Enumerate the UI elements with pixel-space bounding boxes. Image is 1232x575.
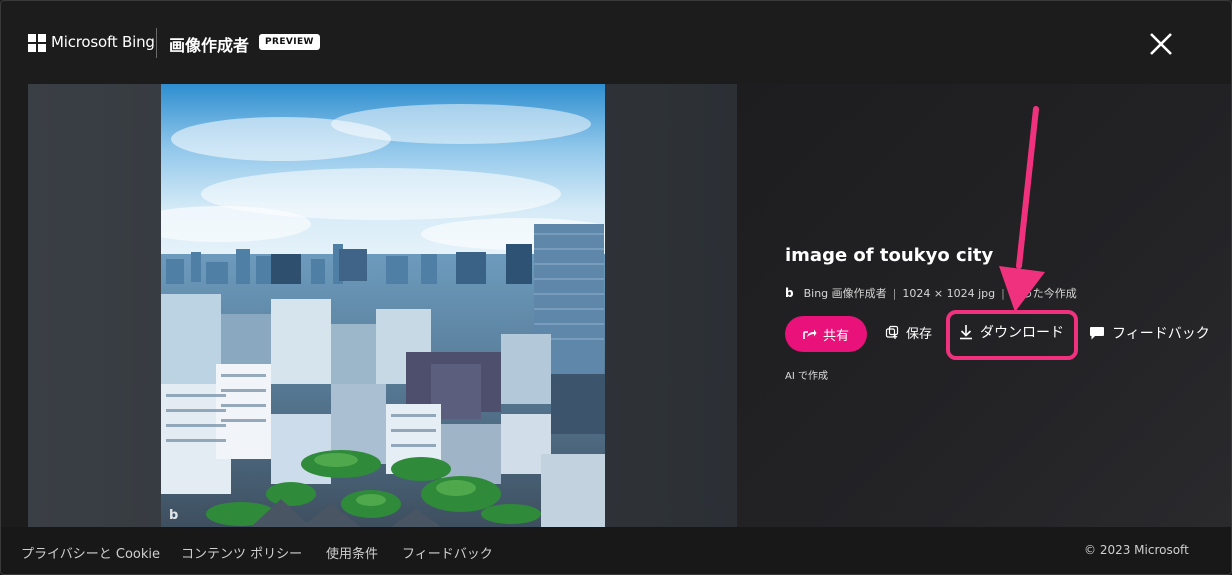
ai-generated-note: AI で作成 xyxy=(785,371,828,382)
download-label: ダウンロード xyxy=(980,325,1064,341)
share-label: 共有 xyxy=(822,328,849,344)
close-button[interactable] xyxy=(1147,30,1175,58)
microsoft-logo-icon xyxy=(28,34,46,52)
privacy-link[interactable]: プライバシーと Cookie xyxy=(21,543,160,562)
image-created: たった今作成 xyxy=(1010,287,1077,300)
content-policy-link[interactable]: コンテンツ ポリシー xyxy=(181,543,302,562)
image-creator-dialog: Microsoft Bing 画像作成者 PREVIEW b image of … xyxy=(0,0,1232,575)
app-title[interactable]: 画像作成者 xyxy=(169,32,249,56)
image-title: image of toukyo city xyxy=(785,245,994,266)
save-collection-icon xyxy=(885,325,899,339)
copyright: © 2023 Microsoft xyxy=(1084,543,1189,557)
bing-watermark-icon: b xyxy=(169,508,179,523)
footer: プライバシーと Cookie コンテンツ ポリシー 使用条件 フィードバック ©… xyxy=(1,527,1231,574)
preview-badge: PREVIEW xyxy=(259,34,320,50)
image-size: 1024 × 1024 jpg xyxy=(902,286,996,300)
header: Microsoft Bing 画像作成者 PREVIEW xyxy=(1,1,1231,85)
header-divider xyxy=(156,28,157,58)
image-meta: b Bing 画像作成者 | 1024 × 1024 jpg | たった今作成 xyxy=(785,285,1077,301)
image-source: Bing 画像作成者 xyxy=(803,287,887,300)
feedback-link[interactable]: フィードバック xyxy=(402,543,493,562)
generated-image[interactable]: b xyxy=(161,84,605,527)
details-panel xyxy=(737,84,1231,527)
save-label: 保存 xyxy=(906,327,933,342)
brand-name[interactable]: Microsoft Bing xyxy=(51,33,155,51)
share-icon xyxy=(803,329,817,339)
meta-separator: | xyxy=(892,286,897,300)
close-icon xyxy=(1150,33,1172,55)
download-icon xyxy=(960,325,972,340)
feedback-label: フィードバック xyxy=(1112,326,1210,342)
download-button[interactable]: ダウンロード xyxy=(959,322,1064,342)
bing-icon: b xyxy=(785,286,794,300)
meta-separator: | xyxy=(1001,286,1005,300)
feedback-button[interactable]: フィードバック xyxy=(1089,323,1210,343)
share-button[interactable]: 共有 xyxy=(785,316,867,352)
feedback-icon xyxy=(1090,326,1104,339)
image-panel: b xyxy=(28,84,737,527)
terms-link[interactable]: 使用条件 xyxy=(326,543,378,562)
save-button[interactable]: 保存 xyxy=(885,323,932,342)
